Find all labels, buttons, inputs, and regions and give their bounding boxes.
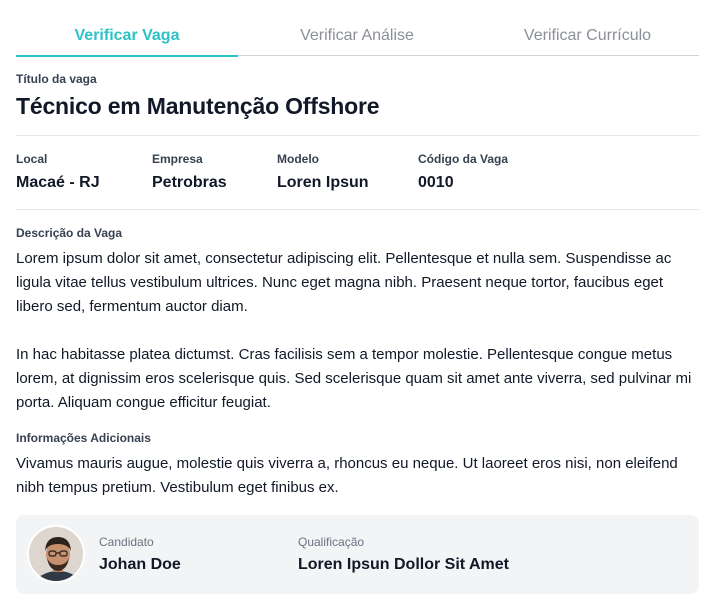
candidate-name: Johan Doe xyxy=(99,556,181,573)
job-title-label: Título da vaga xyxy=(16,72,97,86)
job-code-value: 0010 xyxy=(418,174,454,191)
location-field: Local Macaé - RJ xyxy=(16,152,100,192)
job-title: Técnico em Manutenção Offshore xyxy=(16,93,380,119)
qualification-label: Qualificação xyxy=(298,535,365,549)
job-title-block: Título da vaga Técnico em Manutenção Off… xyxy=(16,72,699,120)
company-value: Petrobras xyxy=(152,174,227,191)
job-description: Descrição da Vaga Lorem ipsum dolor sit … xyxy=(16,226,699,415)
company-label: Empresa xyxy=(152,152,203,166)
tab-bar: Verificar Vaga Verificar Análise Verific… xyxy=(16,18,699,57)
model-label: Modelo xyxy=(277,152,319,166)
location-value: Macaé - RJ xyxy=(16,174,100,191)
model-field: Modelo Loren Ipsun xyxy=(277,152,369,192)
avatar-photo-icon xyxy=(29,527,83,581)
candidate-card[interactable]: Candidato Johan Doe Qualificação Loren I… xyxy=(16,515,699,594)
tab-verificar-analise[interactable]: Verificar Análise xyxy=(238,18,476,56)
description-paragraph: In hac habitasse platea dictumst. Cras f… xyxy=(16,346,692,411)
additional-info-label: Informações Adicionais xyxy=(16,431,151,445)
candidate-qualification-field: Qualificação Loren Ipsun Dollor Sit Amet xyxy=(298,535,509,574)
job-code-field: Código da Vaga 0010 xyxy=(418,152,508,192)
additional-info: Informações Adicionais Vivamus mauris au… xyxy=(16,431,699,500)
company-field: Empresa Petrobras xyxy=(152,152,227,192)
tab-verificar-curriculo[interactable]: Verificar Currículo xyxy=(476,18,699,56)
divider xyxy=(16,209,699,210)
candidate-name-label: Candidato xyxy=(99,535,154,549)
model-value: Loren Ipsun xyxy=(277,174,369,191)
location-label: Local xyxy=(16,152,48,166)
description-label: Descrição da Vaga xyxy=(16,226,123,240)
job-code-label: Código da Vaga xyxy=(418,152,509,166)
description-paragraph: Lorem ipsum dolor sit amet, consectetur … xyxy=(16,250,672,315)
tab-verificar-vaga[interactable]: Verificar Vaga xyxy=(16,18,238,57)
divider xyxy=(16,135,699,136)
additional-info-text: Vivamus mauris augue, molestie quis vive… xyxy=(16,455,678,496)
candidate-name-field: Candidato Johan Doe xyxy=(99,535,181,574)
avatar xyxy=(27,525,85,583)
qualification-value: Loren Ipsun Dollor Sit Amet xyxy=(298,556,509,573)
